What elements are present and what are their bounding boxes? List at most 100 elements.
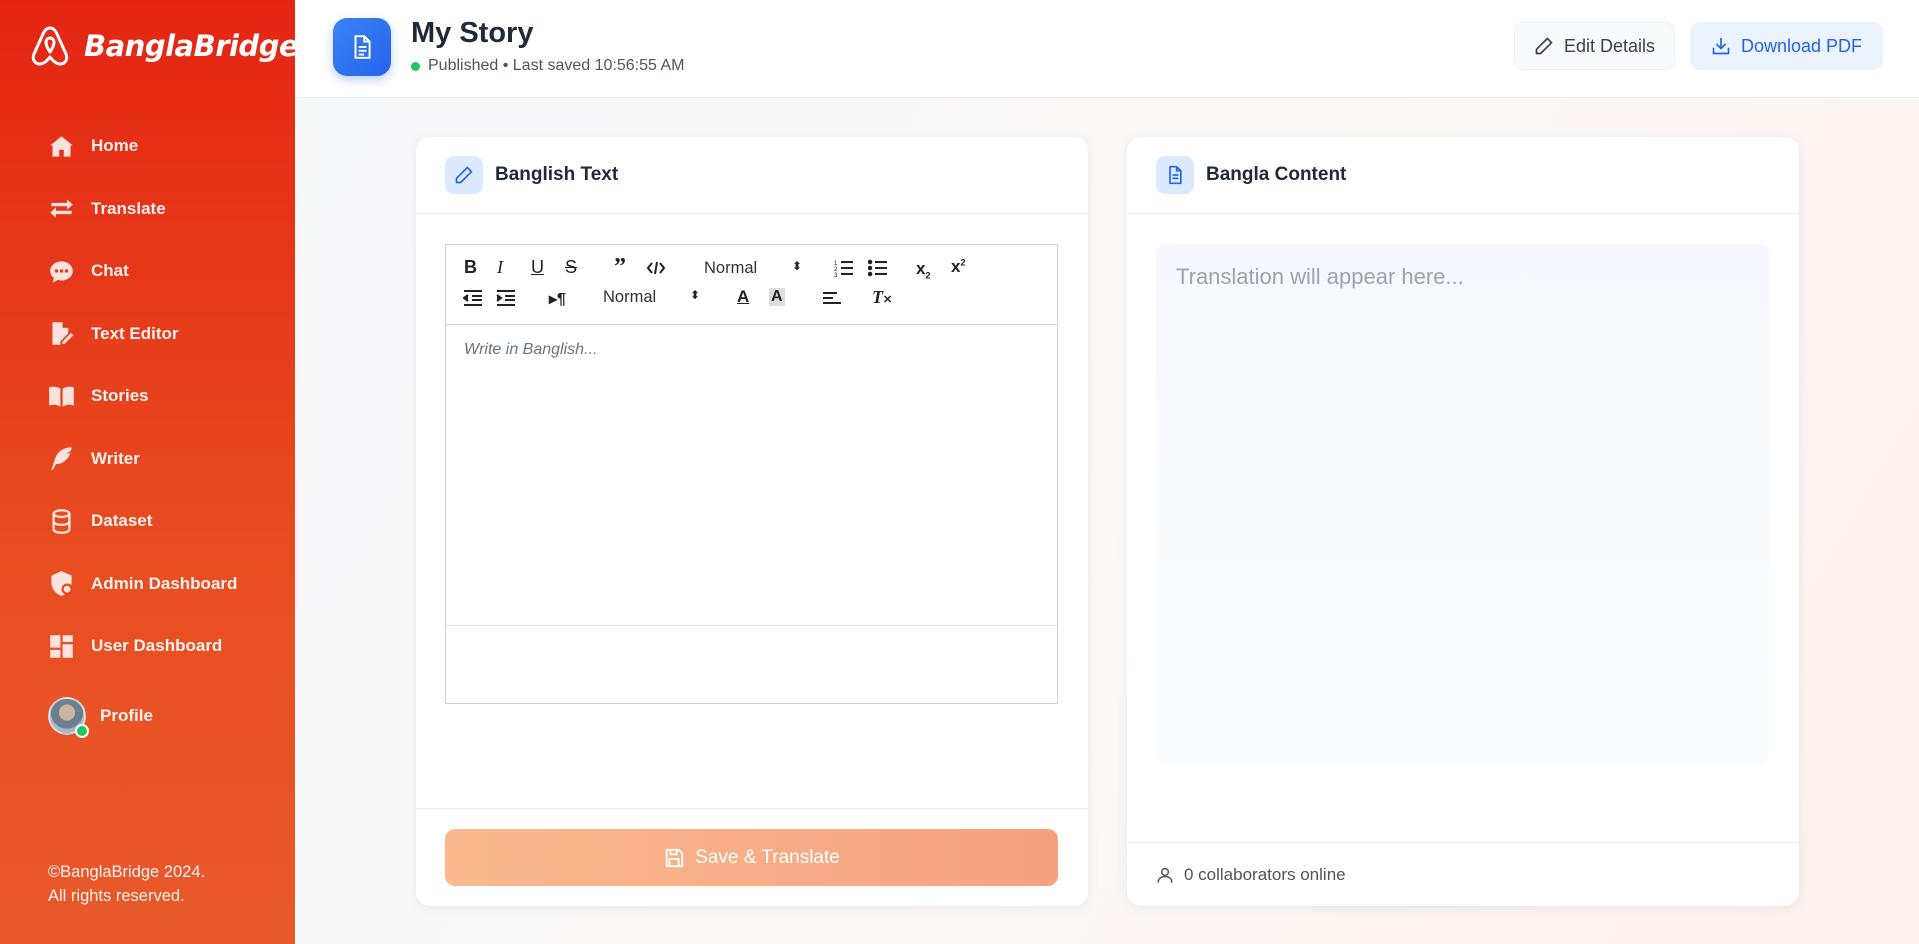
sidebar-item-label: Dataset <box>91 511 153 530</box>
subscript-button[interactable]: x2 <box>916 259 930 280</box>
save-translate-label: Save & Translate <box>695 846 840 868</box>
shield-user-icon <box>51 571 73 596</box>
download-pdf-button[interactable]: Download PDF <box>1690 22 1883 70</box>
page-title: My Story <box>411 17 534 49</box>
indent-button[interactable] <box>496 289 516 312</box>
profile-label: Profile <box>100 706 153 725</box>
editor-content-area[interactable]: Write in Banglish... <box>446 325 1057 626</box>
bangla-card-header: Bangla Content <box>1127 137 1799 214</box>
edit-details-label: Edit Details <box>1563 35 1656 56</box>
bullet-list-button[interactable] <box>867 259 888 282</box>
sidebar-item-label: User Dashboard <box>91 636 223 655</box>
copyright: ©BanglaBridge 2024. All rights reserved. <box>48 860 205 908</box>
online-status-dot <box>75 724 89 738</box>
sidebar-item-user-dashboard[interactable]: User Dashboard <box>48 632 237 660</box>
svg-text:3: 3 <box>834 273 838 277</box>
align-button[interactable] <box>822 289 842 312</box>
strikethrough-button[interactable]: S <box>565 257 577 278</box>
outdent-button[interactable] <box>462 289 483 312</box>
sidebar-item-label: Admin Dashboard <box>91 573 238 593</box>
sidebar-item-writer[interactable]: Writer <box>48 445 237 473</box>
brand[interactable]: BanglaBridge <box>30 24 299 68</box>
arrows-swap-icon <box>50 199 73 218</box>
feather-icon <box>51 447 72 470</box>
underline-button[interactable]: U <box>531 257 544 278</box>
document-badge <box>333 18 391 76</box>
bangla-card: Bangla Content Translation will appear h… <box>1127 137 1799 906</box>
sidebar-item-home[interactable]: Home <box>48 132 237 160</box>
size-select[interactable]: Normal <box>603 288 656 307</box>
bold-button[interactable]: B <box>464 257 477 278</box>
bullet-list-icon <box>867 259 887 277</box>
status-text: Published • Last saved 10:56:55 AM <box>428 57 685 74</box>
sidebar-item-label: Stories <box>91 386 149 405</box>
document-icon <box>1169 165 1182 185</box>
save-translate-button[interactable]: Save & Translate <box>445 829 1058 886</box>
outdent-icon <box>462 290 482 306</box>
airbnb-logo-icon <box>31 26 69 66</box>
brand-name: BanglaBridge <box>84 29 299 63</box>
indent-icon <box>496 290 515 306</box>
clear-format-button[interactable]: T✕ <box>872 287 892 308</box>
header: My Story Published • Last saved 10:56:55… <box>295 0 1919 98</box>
banglish-card-footer: Save & Translate <box>416 808 1088 906</box>
align-left-icon <box>823 292 841 304</box>
ordered-list-icon: 123 <box>834 261 853 279</box>
sidebar-item-profile[interactable]: Profile <box>48 697 153 738</box>
sidebar-item-translate[interactable]: Translate <box>48 195 237 223</box>
sidebar-item-admin-dashboard[interactable]: Admin Dashboard <box>48 570 237 598</box>
collaborators-footer: 0 collaborators online <box>1127 842 1799 906</box>
editor-placeholder: Write in Banglish... <box>464 341 598 358</box>
banglish-card-title: Banglish Text <box>495 164 619 185</box>
header-select[interactable]: Normal <box>704 259 757 278</box>
edit-details-button[interactable]: Edit Details <box>1514 22 1675 70</box>
copyright-line-2: All rights reserved. <box>48 887 185 905</box>
translation-placeholder: Translation will appear here... <box>1176 264 1464 289</box>
editor-toolbar: B I U S ” Normal ⬍ 123 x2 x2 ▸¶ Normal ⬍… <box>446 245 1057 325</box>
download-pdf-label: Download PDF <box>1740 35 1863 56</box>
avatar <box>48 697 89 738</box>
published-dot <box>411 61 420 71</box>
italic-button[interactable]: I <box>497 257 503 278</box>
bangla-card-title: Bangla Content <box>1206 164 1347 185</box>
save-icon <box>665 848 684 867</box>
sidebar: BanglaBridge Home Translate Chat Text Ed… <box>0 0 299 944</box>
collaborators-count: 0 collaborators online <box>1184 864 1346 884</box>
sidebar-item-label: Home <box>91 136 139 155</box>
user-icon <box>1157 867 1173 883</box>
text-color-button[interactable]: A <box>737 287 749 307</box>
sidebar-item-label: Writer <box>91 448 140 468</box>
save-status: Published • Last saved 10:56:55 AM <box>411 57 684 75</box>
sidebar-item-stories[interactable]: Stories <box>48 382 237 410</box>
sidebar-item-chat[interactable]: Chat <box>48 257 237 285</box>
document-icon <box>354 35 371 59</box>
code-block-button[interactable] <box>646 259 666 282</box>
sidebar-item-label: Translate <box>91 198 166 218</box>
database-icon <box>52 508 71 534</box>
copyright-line-1: ©BanglaBridge 2024. <box>48 863 206 881</box>
sidebar-item-label: Chat <box>91 261 129 280</box>
card-icon-wrap <box>1156 156 1194 194</box>
superscript-button[interactable]: x2 <box>951 257 965 277</box>
card-icon-wrap <box>445 156 483 194</box>
banglish-card: Banglish Text B I U S ” Normal ⬍ 123 x2 … <box>416 137 1088 906</box>
sidebar-nav: Home Translate Chat Text Editor Stories … <box>48 132 237 695</box>
sidebar-item-text-editor[interactable]: Text Editor <box>48 320 237 348</box>
download-icon <box>1712 37 1730 55</box>
pencil-icon <box>1535 37 1553 55</box>
ordered-list-button[interactable]: 123 <box>834 259 854 282</box>
home-icon <box>50 135 73 157</box>
rich-text-editor: B I U S ” Normal ⬍ 123 x2 x2 ▸¶ Normal ⬍… <box>445 244 1058 704</box>
pencil-icon <box>455 166 473 184</box>
file-pen-icon <box>52 322 74 345</box>
code-icon <box>646 261 666 275</box>
size-select-value: Normal <box>603 288 657 306</box>
header-select-value: Normal <box>704 259 758 277</box>
sidebar-item-dataset[interactable]: Dataset <box>48 507 237 535</box>
translation-output: Translation will appear here... <box>1156 244 1769 764</box>
blockquote-icon[interactable]: ” <box>614 254 626 281</box>
banglish-card-header: Banglish Text <box>416 137 1088 214</box>
chat-bubble-icon <box>50 260 73 283</box>
text-direction-button[interactable]: ▸¶ <box>549 289 566 309</box>
background-color-button[interactable]: A <box>769 288 785 306</box>
